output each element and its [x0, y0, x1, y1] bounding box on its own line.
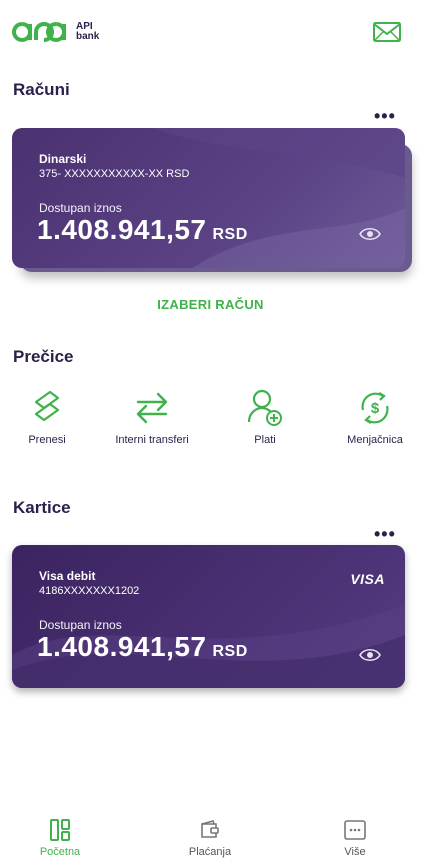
- shortcut-interni-transferi[interactable]: Interni transferi: [102, 388, 202, 446]
- card-number: 4186XXXXXXX1202: [39, 585, 140, 597]
- wallet-icon: [201, 820, 219, 838]
- eye-icon[interactable]: [359, 647, 381, 663]
- balance-amount: 1.408.941,57: [37, 214, 207, 245]
- choose-account-link[interactable]: IZABERI RAČUN: [0, 297, 421, 312]
- shortcut-menjacnica[interactable]: $ Menjačnica: [325, 388, 421, 446]
- account-card[interactable]: Dinarski 375- XXXXXXXXXXX-XX RSD Dostupa…: [12, 128, 405, 268]
- shortcut-label: Plati: [254, 434, 276, 446]
- card-name: Visa debit: [39, 569, 96, 583]
- shortcut-plati[interactable]: Plati: [215, 388, 315, 446]
- balance-amount: 1.408.941,57: [37, 631, 207, 662]
- shortcut-label: Prenesi: [28, 434, 66, 446]
- user-add-icon: [247, 389, 282, 426]
- app-logo: API bank: [12, 18, 122, 46]
- transfer-icon: [34, 390, 60, 422]
- nav-label: Plaćanja: [188, 846, 232, 858]
- shortcut-label: Interni transferi: [115, 434, 189, 446]
- debit-card[interactable]: Visa debit 4186XXXXXXX1202 VISA Dostupan…: [12, 545, 405, 688]
- shortcuts-title: Prečice: [13, 347, 74, 366]
- card-wave-decoration: [12, 605, 405, 688]
- card-wave-decoration: [152, 128, 405, 268]
- visa-logo: VISA: [350, 571, 385, 587]
- accounts-title: Računi: [13, 80, 70, 99]
- account-name: Dinarski: [39, 152, 87, 166]
- nav-label: Više: [344, 846, 366, 858]
- available-label: Dostupan iznos: [39, 618, 122, 632]
- available-label: Dostupan iznos: [39, 201, 122, 215]
- eye-icon[interactable]: [359, 226, 381, 242]
- balance-currency: RSD: [212, 643, 248, 660]
- balance-currency: RSD: [212, 226, 248, 243]
- account-balance: 1.408.941,57 RSD: [37, 214, 248, 246]
- home-grid-icon: [50, 819, 70, 841]
- logo-text-line2: bank: [76, 31, 100, 42]
- shortcut-prenesi[interactable]: Prenesi: [0, 388, 97, 446]
- nav-home[interactable]: Početna: [10, 818, 110, 858]
- cards-title: Kartice: [13, 498, 71, 517]
- svg-text:$: $: [371, 400, 380, 417]
- mail-icon[interactable]: [372, 21, 402, 43]
- accounts-more-button[interactable]: •••: [374, 106, 396, 127]
- nav-payments[interactable]: Plaćanja: [160, 818, 260, 858]
- nav-label: Početna: [39, 846, 81, 858]
- shortcut-label: Menjačnica: [347, 434, 403, 446]
- more-icon: [344, 820, 366, 840]
- account-number: 375- XXXXXXXXXXX-XX RSD: [39, 168, 190, 180]
- arrows-exchange-icon: [136, 392, 168, 424]
- card-balance: 1.408.941,57 RSD: [37, 631, 248, 663]
- currency-exchange-icon: $: [361, 392, 389, 424]
- nav-more[interactable]: Više: [305, 818, 405, 858]
- api-logo-icon: [12, 22, 66, 42]
- cards-more-button[interactable]: •••: [374, 524, 396, 545]
